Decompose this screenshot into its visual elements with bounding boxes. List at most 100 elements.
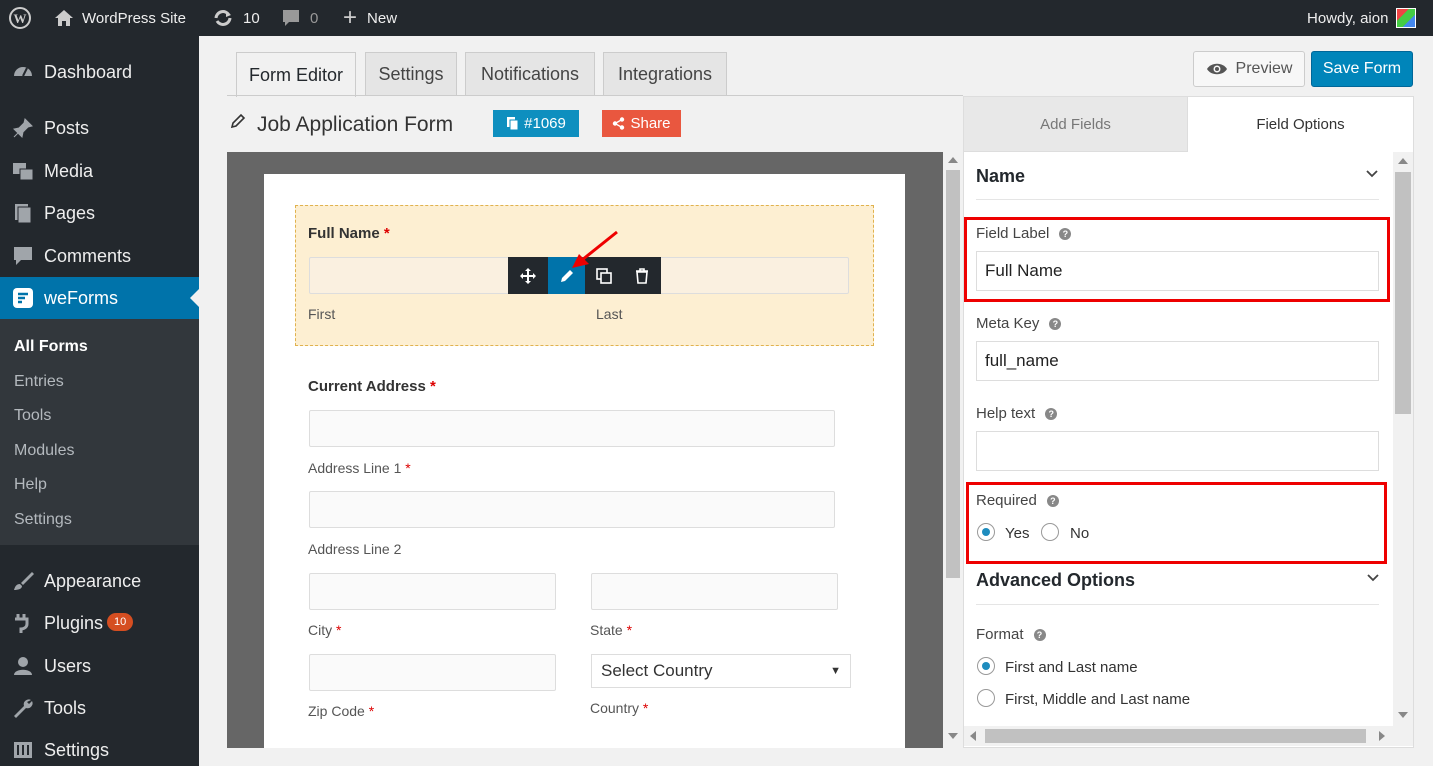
scroll-thumb[interactable] — [946, 170, 960, 578]
chevron-down-icon[interactable] — [1366, 170, 1378, 178]
updates-count: 10 — [243, 9, 260, 27]
sidebar-item-settings[interactable]: Settings — [0, 730, 199, 766]
submenu-all-forms[interactable]: All Forms — [14, 338, 88, 356]
plugins-update-badge: 10 — [107, 613, 134, 631]
last-sublabel: Last — [596, 306, 623, 322]
tab-add-fields[interactable]: Add Fields — [964, 97, 1188, 152]
updates-link[interactable]: 10 — [212, 0, 260, 36]
submenu-entries[interactable]: Entries — [14, 373, 64, 391]
submenu-settings[interactable]: Settings — [14, 511, 72, 529]
scroll-down-arrow[interactable] — [1398, 712, 1408, 718]
chevron-down-icon[interactable] — [1367, 574, 1379, 582]
zip-code-input[interactable] — [309, 654, 556, 691]
country-select-value: Select Country — [601, 661, 713, 680]
sidebar-item-users[interactable]: Users — [0, 646, 199, 686]
help-icon: ? — [1049, 317, 1062, 330]
move-icon — [520, 267, 536, 284]
scroll-up-arrow[interactable] — [948, 157, 958, 163]
state-input[interactable] — [591, 573, 838, 610]
submenu-tools[interactable]: Tools — [14, 407, 51, 425]
canvas-scrollbar[interactable] — [943, 152, 963, 748]
sidebar-item-pages[interactable]: Pages — [0, 193, 199, 233]
tab-notifications[interactable]: Notifications — [465, 52, 595, 96]
sidebar-item-label: Posts — [44, 117, 90, 138]
sidebar-item-label: Users — [44, 655, 92, 676]
sidebar-item-tools[interactable]: Tools — [0, 688, 199, 728]
form-id: #1069 — [524, 115, 566, 132]
submenu-help[interactable]: Help — [14, 476, 47, 494]
sidebar-item-label: Settings — [44, 739, 110, 760]
form-id-badge[interactable]: #1069 — [493, 110, 579, 137]
scroll-down-arrow[interactable] — [948, 733, 958, 739]
format-first-last-label: First and Last name — [1005, 659, 1138, 676]
first-sublabel: First — [308, 306, 336, 322]
panel-horizontal-scrollbar[interactable] — [964, 726, 1413, 746]
new-link[interactable]: + New — [343, 0, 397, 36]
user-menu[interactable]: Howdy, aion — [1307, 0, 1417, 36]
scroll-left-arrow[interactable] — [970, 731, 976, 741]
sidebar-item-plugins[interactable]: Plugins 10 — [0, 603, 199, 643]
comments-link[interactable]: 0 — [282, 0, 318, 36]
wrench-icon — [10, 697, 36, 719]
help-text-input[interactable] — [976, 431, 1379, 471]
sidebar-item-label: weForms — [44, 287, 119, 308]
format-first-last-radio[interactable] — [977, 657, 995, 675]
section-divider — [976, 604, 1379, 605]
share-button[interactable]: Share — [602, 110, 681, 137]
tab-settings[interactable]: Settings — [365, 52, 457, 96]
field-label-input[interactable]: Full Name — [976, 251, 1379, 291]
red-arrow-annotation — [572, 230, 618, 268]
submenu-modules[interactable]: Modules — [14, 442, 74, 460]
sidebar-item-weforms[interactable]: weForms — [0, 277, 199, 319]
form-title[interactable]: Job Application Form — [257, 113, 453, 137]
sidebar-item-label: Media — [44, 160, 94, 181]
panel-vertical-scrollbar[interactable] — [1393, 152, 1413, 726]
delete-field-button[interactable] — [623, 257, 661, 294]
tab-integrations[interactable]: Integrations — [603, 52, 727, 96]
save-form-button[interactable]: Save Form — [1311, 51, 1413, 87]
zip-code-sublabel: Zip Code * — [308, 703, 375, 719]
dropdown-arrow-icon: ▼ — [830, 665, 841, 677]
country-select[interactable]: Select Country ▼ — [591, 654, 851, 688]
plugin-icon — [10, 612, 36, 634]
wordpress-logo-icon[interactable]: W — [8, 0, 32, 36]
required-yes-label: Yes — [1005, 525, 1030, 542]
city-input[interactable] — [309, 573, 556, 610]
sidebar-item-comments[interactable]: Comments — [0, 236, 199, 276]
brush-icon — [10, 570, 36, 592]
sidebar-item-posts[interactable]: Posts — [0, 108, 199, 148]
plus-icon: + — [343, 4, 358, 31]
sidebar-item-appearance[interactable]: Appearance — [0, 561, 199, 601]
address-line2-input[interactable] — [309, 491, 835, 528]
site-name-link[interactable]: WordPress Site — [54, 0, 186, 36]
tab-field-options[interactable]: Field Options — [1188, 97, 1413, 152]
trash-icon — [636, 267, 648, 284]
eye-icon — [1206, 63, 1227, 75]
advanced-options-title[interactable]: Advanced Options — [976, 570, 1135, 591]
help-text-label: Help text? — [976, 405, 1058, 422]
required-no-radio[interactable] — [1041, 523, 1059, 541]
sidebar-item-label: Pages — [44, 202, 96, 223]
required-yes-radio[interactable] — [977, 523, 995, 541]
preview-button[interactable]: Preview — [1193, 51, 1305, 87]
format-first-middle-last-label: First, Middle and Last name — [1005, 691, 1191, 708]
format-first-middle-last-radio[interactable] — [977, 689, 995, 707]
sidebar-item-dashboard[interactable]: Dashboard — [0, 52, 199, 92]
scroll-up-arrow[interactable] — [1398, 158, 1408, 164]
full-name-label: Full Name * — [308, 225, 390, 242]
sidebar-item-media[interactable]: Media — [0, 151, 199, 191]
weforms-icon — [10, 287, 36, 309]
address-line1-input[interactable] — [309, 410, 835, 447]
tab-form-editor[interactable]: Form Editor — [236, 52, 356, 97]
scroll-thumb[interactable] — [985, 729, 1366, 743]
section-name-title[interactable]: Name — [976, 166, 1025, 187]
sidebar-item-label: Dashboard — [44, 61, 133, 82]
scroll-thumb[interactable] — [1395, 172, 1411, 414]
scroll-right-arrow[interactable] — [1379, 731, 1385, 741]
move-field-button[interactable] — [508, 257, 548, 294]
help-icon: ? — [1033, 628, 1046, 641]
field-options-panel — [963, 96, 1414, 748]
help-icon: ? — [1059, 227, 1072, 240]
meta-key-input[interactable]: full_name — [976, 341, 1379, 381]
help-icon: ? — [1046, 494, 1059, 507]
